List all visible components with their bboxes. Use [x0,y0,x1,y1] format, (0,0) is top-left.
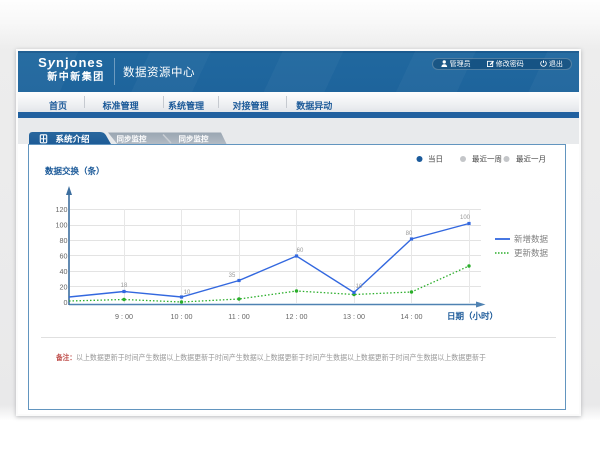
svg-text:10: 10 [356,284,363,290]
svg-text:新增数据: 新增数据 [514,234,549,244]
svg-text:13 : 00: 13 : 00 [343,312,365,321]
svg-text:11 : 00: 11 : 00 [228,312,249,321]
svg-text:100: 100 [460,215,471,221]
svg-text:120: 120 [56,205,68,214]
svg-text:更新数据: 更新数据 [514,248,549,258]
svg-text:20: 20 [60,283,68,292]
svg-text:10: 10 [184,290,191,296]
svg-text:同步监控: 同步监控 [117,134,147,144]
svg-text:0: 0 [64,298,68,307]
svg-text:80: 80 [60,236,68,245]
svg-text:12 : 00: 12 : 00 [286,312,308,321]
svg-text:18: 18 [121,283,128,289]
svg-text:数据交换（条）: 数据交换（条） [45,166,105,176]
svg-text:60: 60 [297,248,304,254]
svg-text:9 : 00: 9 : 00 [115,312,133,321]
svg-text:最近一周: 最近一周 [472,154,502,164]
svg-text:60: 60 [60,252,68,261]
svg-text:80: 80 [406,231,413,237]
svg-text:当日: 当日 [428,154,443,164]
svg-text:14 : 00: 14 : 00 [401,312,423,321]
svg-text:备注：以上数据更新于时间产生数据以上数据更新于时间产生数据以: 备注：以上数据更新于时间产生数据以上数据更新于时间产生数据以上数据更新于时间产生… [55,352,486,362]
svg-text:最近一月: 最近一月 [516,154,546,164]
svg-text:35: 35 [229,273,236,279]
svg-text:日期（小时）: 日期（小时） [447,311,498,321]
svg-text:10 : 00: 10 : 00 [171,312,193,321]
svg-text:系统介绍: 系统介绍 [55,134,90,144]
svg-text:100: 100 [56,221,68,230]
svg-text:同步监控: 同步监控 [179,134,209,144]
svg-text:40: 40 [60,267,68,276]
